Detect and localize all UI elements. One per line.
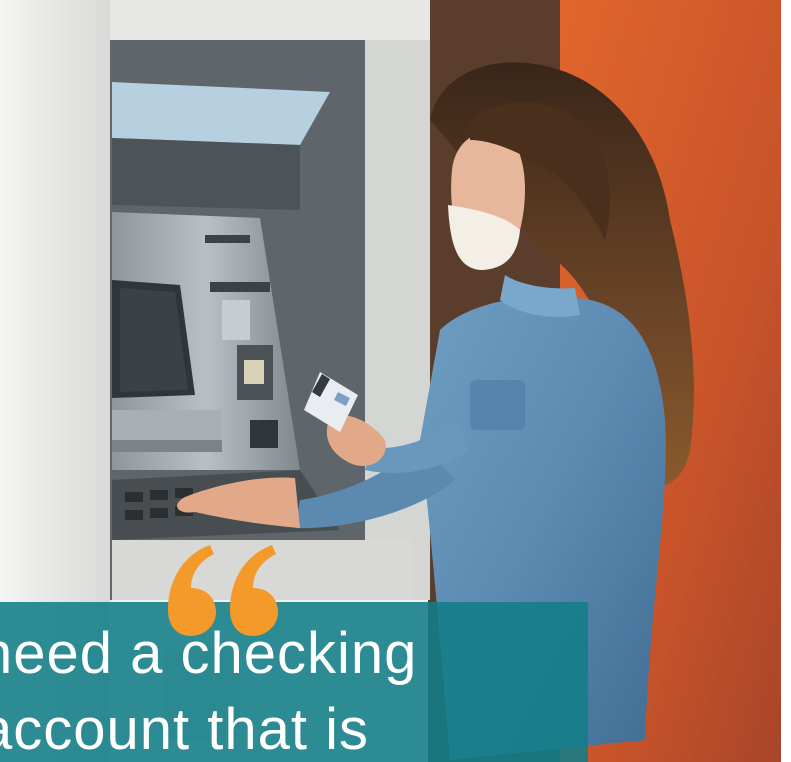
atm-photo-scene: need a checking account that is [0,0,791,762]
quote-text: need a checking account that is [0,621,418,762]
quote-mark-icon [168,545,278,636]
quote-banner: need a checking account that is [0,602,588,762]
right-border [781,0,791,762]
